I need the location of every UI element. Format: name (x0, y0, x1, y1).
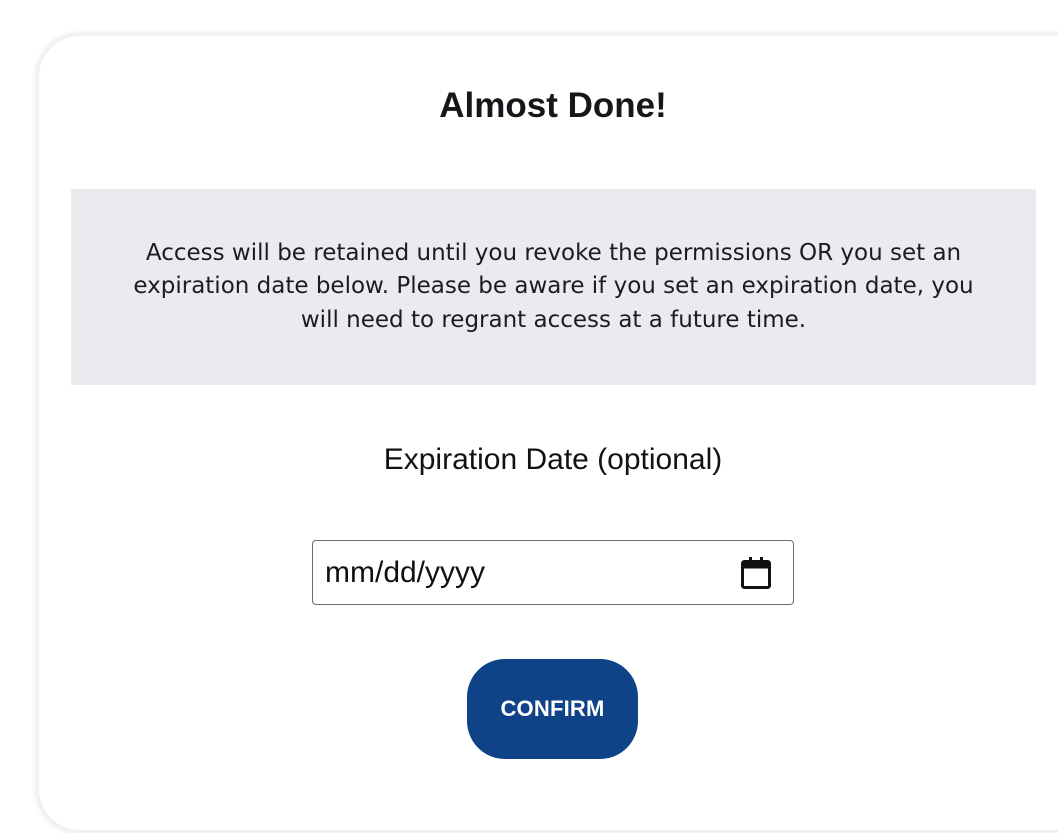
notice-box: Access will be retained until you revoke… (71, 189, 1036, 385)
notice-text: Access will be retained until you revoke… (133, 239, 974, 333)
dialog-title: Almost Done! (439, 86, 667, 125)
date-placeholder: mm/dd/yyyy (325, 555, 486, 589)
expiration-date-input[interactable]: mm/dd/yyyy (312, 540, 794, 605)
confirm-button[interactable]: CONFIRM (467, 659, 638, 759)
calendar-icon[interactable] (739, 556, 773, 590)
expiration-date-label: Expiration Date (optional) (383, 443, 723, 476)
